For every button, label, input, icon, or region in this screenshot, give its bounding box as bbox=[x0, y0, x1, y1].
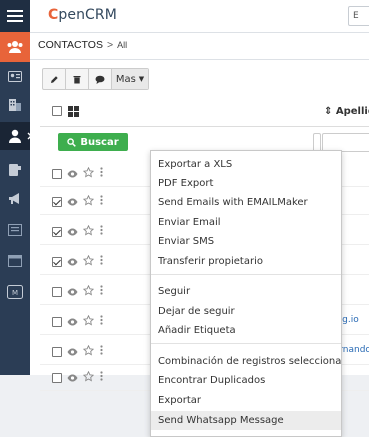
star-icon[interactable] bbox=[82, 166, 95, 181]
row-checkbox[interactable] bbox=[52, 197, 62, 207]
menu-item[interactable]: Send Whatsapp Message bbox=[151, 411, 341, 430]
row-checkbox[interactable] bbox=[52, 347, 62, 357]
list-actions-toolbar: Mas ▼ bbox=[42, 68, 149, 90]
kebab-icon[interactable] bbox=[100, 345, 103, 358]
menu-item[interactable]: Seguir bbox=[151, 282, 341, 301]
menu-item[interactable]: PDF Export bbox=[151, 174, 341, 193]
module-title[interactable]: CONTACTOS bbox=[38, 39, 103, 51]
search-icon bbox=[67, 137, 77, 147]
breadcrumb-separator: > bbox=[106, 39, 114, 51]
kebab-icon[interactable] bbox=[100, 167, 103, 180]
menu-item[interactable]: Send Emails with EMAILMaker bbox=[151, 193, 341, 212]
row-checkbox[interactable] bbox=[52, 257, 62, 267]
menu-toggle[interactable] bbox=[0, 0, 30, 32]
hamburger-icon bbox=[7, 10, 23, 22]
kebab-icon[interactable] bbox=[100, 371, 103, 384]
grid-icon[interactable] bbox=[68, 106, 79, 120]
pencil-icon bbox=[50, 75, 58, 83]
top-bar: CpenCRM E bbox=[30, 0, 369, 33]
sidebar-item-documents[interactable] bbox=[0, 220, 30, 240]
row-checkbox[interactable] bbox=[52, 287, 62, 297]
sidebar-item-mail[interactable]: M bbox=[0, 282, 30, 302]
row-checkbox[interactable] bbox=[52, 227, 62, 237]
sidebar-item-marketing[interactable] bbox=[0, 32, 30, 62]
menu-item[interactable]: Dejar de seguir bbox=[151, 302, 341, 321]
eye-icon[interactable] bbox=[67, 286, 78, 299]
menu-item[interactable]: Exportar a XLS bbox=[151, 155, 341, 174]
star-icon[interactable] bbox=[82, 254, 95, 269]
more-label: Mas bbox=[115, 73, 136, 85]
star-icon[interactable] bbox=[82, 284, 95, 299]
kebab-icon[interactable] bbox=[100, 255, 103, 268]
select-all-checkbox[interactable] bbox=[52, 106, 62, 116]
mail-box-icon: M bbox=[7, 285, 23, 299]
comment-icon bbox=[95, 75, 105, 84]
edit-button[interactable] bbox=[43, 69, 66, 89]
more-actions-button[interactable]: Mas ▼ bbox=[112, 69, 148, 89]
search-button-label: Buscar bbox=[80, 136, 119, 148]
star-icon[interactable] bbox=[82, 194, 95, 209]
menu-item[interactable]: Añadir Etiqueta bbox=[151, 321, 341, 340]
caret-down-icon: ▼ bbox=[138, 75, 145, 83]
filter-name[interactable]: All bbox=[117, 40, 127, 50]
list-view: Mas▼ ⇕ Apellido Buscar -----------------… bbox=[30, 60, 369, 437]
eye-icon[interactable] bbox=[67, 226, 78, 239]
menu-divider bbox=[151, 343, 341, 344]
kebab-icon[interactable] bbox=[100, 315, 103, 328]
kebab-icon[interactable] bbox=[100, 225, 103, 238]
users-icon bbox=[7, 41, 23, 53]
sidebar-item-vcard[interactable] bbox=[0, 66, 30, 86]
eye-icon[interactable] bbox=[67, 256, 78, 269]
menu-item[interactable]: Combinación de registros seleccionados bbox=[151, 352, 341, 371]
sidebar-item-calendar[interactable] bbox=[0, 250, 30, 270]
app-logo[interactable]: CpenCRM bbox=[48, 7, 117, 23]
svg-text:M: M bbox=[12, 289, 18, 297]
trash-icon bbox=[73, 75, 81, 83]
star-icon[interactable] bbox=[82, 344, 95, 359]
menu-item[interactable]: Encontrar Duplicados bbox=[151, 371, 341, 390]
sidebar: M bbox=[0, 0, 32, 375]
global-search-input[interactable]: E bbox=[348, 6, 369, 26]
list-box-icon bbox=[8, 224, 22, 236]
id-card-icon bbox=[8, 70, 22, 82]
star-icon[interactable] bbox=[82, 224, 95, 239]
megaphone-icon bbox=[8, 192, 19, 204]
row-checkbox[interactable] bbox=[52, 169, 62, 179]
star-icon[interactable] bbox=[82, 370, 95, 385]
eye-icon[interactable] bbox=[67, 346, 78, 359]
breadcrumb: CONTACTOS > All bbox=[30, 33, 369, 60]
sidebar-item-companies[interactable] bbox=[0, 94, 30, 114]
delete-button[interactable] bbox=[66, 69, 89, 89]
phone-card-icon bbox=[9, 164, 21, 176]
comment-button[interactable] bbox=[89, 69, 112, 89]
eye-icon[interactable] bbox=[67, 196, 78, 209]
eye-icon[interactable] bbox=[67, 316, 78, 329]
eye-icon[interactable] bbox=[67, 372, 78, 385]
column-header-apellido[interactable]: ⇕ Apellido bbox=[324, 106, 369, 117]
building-icon bbox=[9, 99, 21, 111]
kebab-icon[interactable] bbox=[100, 195, 103, 208]
table-header: ⇕ Apellido bbox=[40, 96, 369, 127]
menu-item[interactable]: Exportar bbox=[151, 391, 341, 410]
sidebar-item-potentials[interactable] bbox=[0, 160, 30, 180]
kebab-icon[interactable] bbox=[100, 285, 103, 298]
menu-item[interactable]: Transferir propietario bbox=[151, 252, 341, 271]
sidebar-item-contacts[interactable] bbox=[0, 122, 32, 150]
user-icon bbox=[9, 129, 21, 143]
row-checkbox[interactable] bbox=[52, 317, 62, 327]
menu-item[interactable]: Enviar SMS bbox=[151, 232, 341, 251]
eye-icon[interactable] bbox=[67, 168, 78, 181]
menu-item[interactable]: Enviar Email bbox=[151, 213, 341, 232]
sidebar-item-campaigns[interactable] bbox=[0, 188, 30, 208]
more-actions-menu: Exportar a XLS PDF Export Send Emails with… bbox=[150, 150, 342, 437]
column-header-label: Apellido bbox=[335, 106, 369, 117]
menu-divider bbox=[151, 274, 341, 275]
star-icon[interactable] bbox=[82, 314, 95, 329]
search-button[interactable]: Buscar bbox=[58, 133, 128, 151]
calendar-icon bbox=[8, 254, 22, 267]
